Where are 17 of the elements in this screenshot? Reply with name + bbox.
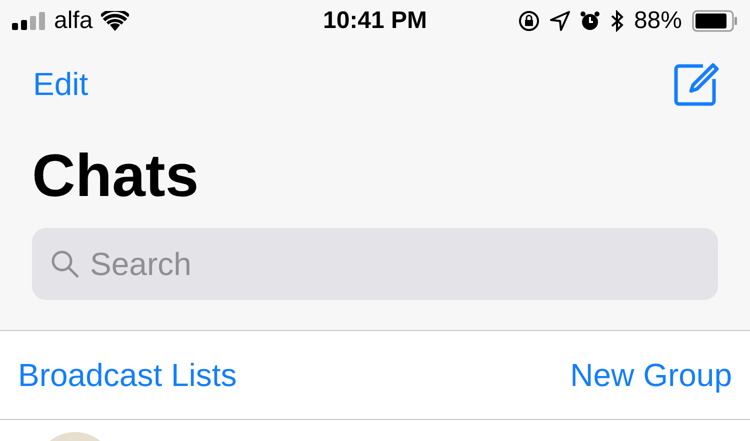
compose-icon[interactable] xyxy=(673,61,721,107)
page-title: Chats xyxy=(32,141,199,211)
search-field[interactable]: Search xyxy=(32,228,718,300)
edit-button[interactable]: Edit xyxy=(33,60,88,108)
signal-icon xyxy=(12,12,46,30)
rotation-lock-icon xyxy=(518,10,540,32)
search-icon xyxy=(50,249,80,279)
battery-icon xyxy=(692,10,738,32)
alarm-icon xyxy=(580,11,600,31)
action-link[interactable]: New Group xyxy=(570,351,732,399)
status-time: 10:41 PM xyxy=(322,6,428,36)
carrier-name: alfa xyxy=(54,6,93,36)
wifi-icon xyxy=(100,11,129,31)
battery-percentage: 88% xyxy=(634,6,682,36)
action-link[interactable]: Broadcast Lists xyxy=(18,351,237,399)
location-arrow-icon xyxy=(550,11,570,31)
bluetooth-icon xyxy=(610,10,624,32)
